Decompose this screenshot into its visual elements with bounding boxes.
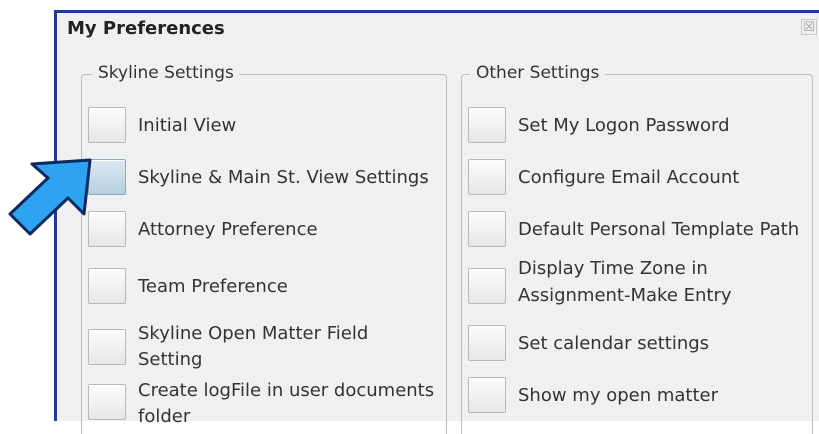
team-preference-label: Team Preference: [138, 276, 288, 297]
skyline-settings-group: Skyline Settings Initial View Skyline & …: [81, 63, 447, 434]
display-time-zone-button[interactable]: [468, 268, 506, 304]
show-open-matter-button[interactable]: [468, 377, 506, 413]
my-preferences-window: My Preferences ☒ Skyline Settings Initia…: [54, 10, 819, 434]
skyline-open-matter-field-setting-label-line1: Skyline Open Matter Field: [138, 323, 369, 344]
attorney-preference-label: Attorney Preference: [138, 219, 318, 240]
team-preference-button[interactable]: [88, 268, 126, 304]
initial-view-label: Initial View: [138, 115, 237, 136]
create-logfile-button[interactable]: [88, 384, 126, 420]
initial-view-button[interactable]: [88, 107, 126, 143]
configure-email-account-button[interactable]: [468, 159, 506, 195]
configure-email-account-label: Configure Email Account: [518, 167, 740, 188]
set-calendar-settings-button[interactable]: [468, 325, 506, 361]
display-time-zone-label-line1: Display Time Zone in: [518, 258, 708, 279]
show-open-matter-label: Show my open matter: [518, 385, 718, 406]
skyline-main-st-view-settings-label: Skyline & Main St. View Settings: [138, 167, 429, 188]
skyline-settings-legend: Skyline Settings: [92, 63, 240, 83]
default-personal-template-path-button[interactable]: [468, 211, 506, 247]
create-logfile-label-line2: folder: [138, 406, 191, 427]
skyline-open-matter-field-setting-label-line2: Setting: [138, 349, 203, 370]
default-personal-template-path-label: Default Personal Template Path: [518, 219, 800, 240]
other-settings-group: Other Settings Set My Logon Password Con…: [461, 63, 813, 434]
set-calendar-settings-label: Set calendar settings: [518, 333, 710, 354]
title-bar: My Preferences ☒: [57, 13, 819, 43]
display-time-zone-label-line2: Assignment-Make Entry: [518, 285, 732, 306]
window-title: My Preferences: [67, 18, 225, 39]
close-icon[interactable]: ☒: [801, 19, 817, 35]
pointer-arrow-icon: [8, 158, 92, 236]
set-logon-password-label: Set My Logon Password: [518, 115, 730, 136]
set-logon-password-button[interactable]: [468, 107, 506, 143]
create-logfile-label-line1: Create logFile in user documents: [138, 380, 435, 401]
pointer-arrow-shape: [8, 158, 92, 236]
other-settings-legend: Other Settings: [470, 63, 606, 83]
skyline-open-matter-field-setting-button[interactable]: [88, 329, 126, 365]
